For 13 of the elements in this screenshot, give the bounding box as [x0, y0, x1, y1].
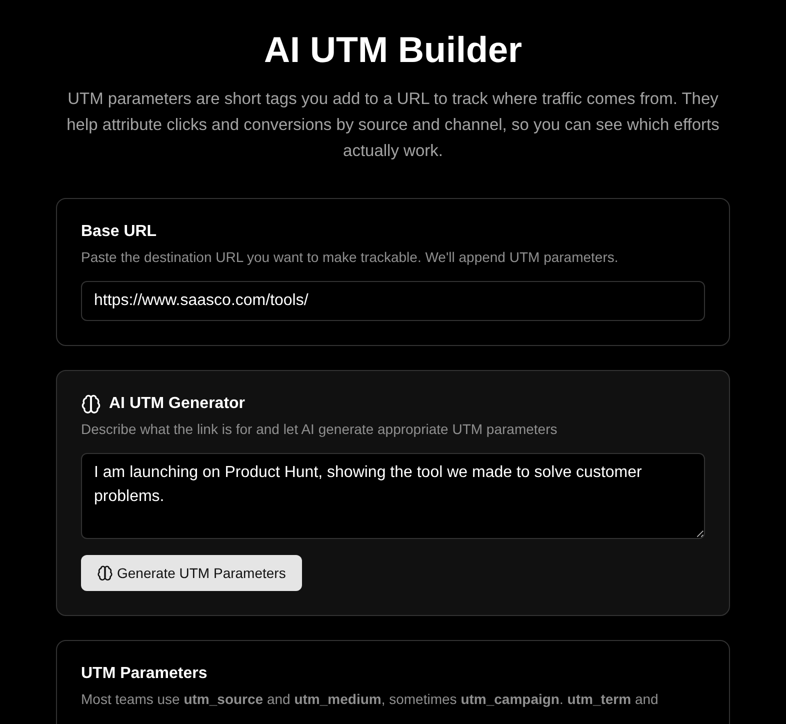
card-description: Describe what the link is for and let AI generate appropriate UTM parameters: [81, 420, 558, 439]
url-field[interactable]: https://www.saasco.com/tools/: [81, 281, 705, 321]
card-title: UTM Parameters: [81, 664, 208, 684]
brain-icon: [81, 394, 101, 414]
page-title: AI UTM Builder: [263, 28, 523, 72]
description-field[interactable]: I am launching on Product Hunt, showing the tool we made to solve customer problems.: [81, 453, 705, 539]
intro-text: UTM parameters are short tags you add to a URL to track where traffic comes from. They help attribute clicks and conversions by source and channel, so you can see which efforts actually work.: [66, 89, 720, 162]
brain-icon: [97, 565, 113, 581]
card-description: Paste the destination URL you want to make trackable. We'll append UTM parameters.: [81, 248, 620, 267]
card-title: AI UTM Generator: [109, 394, 246, 414]
card-title: Base URL: [81, 222, 158, 242]
card-description: Most teams use utm_source and utm_medium, sometimes utm_campaign. utm_term and: [81, 690, 660, 709]
generate-button[interactable]: Generate UTM Parameters: [81, 555, 302, 591]
